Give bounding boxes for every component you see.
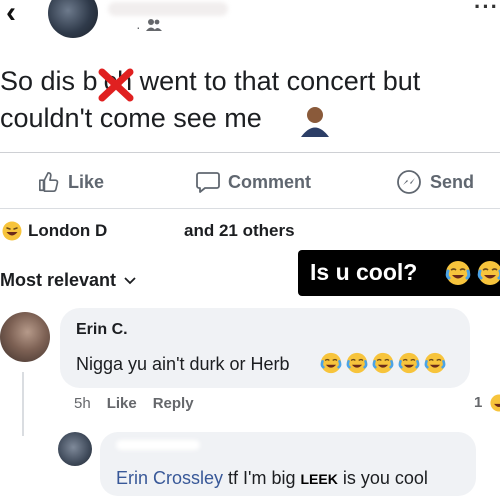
separator-dot: · (136, 19, 141, 35)
poster-avatar[interactable] (48, 0, 98, 38)
comment-button[interactable]: Comment (196, 168, 311, 196)
send-label: Send (430, 171, 475, 192)
chevron-down-icon (124, 276, 136, 284)
comment-meta: 5h Like Reply (74, 395, 194, 412)
commenter-avatar[interactable] (0, 312, 50, 362)
sort-label: Most relevant (0, 270, 117, 290)
crying-laughing-emoji-icon (445, 261, 471, 285)
caption-text: Is u cool? (310, 259, 418, 285)
post-text-line1-end: ch went to that concert but (103, 66, 421, 96)
thread-line (22, 372, 24, 436)
comment-icon (196, 172, 220, 193)
haha-reaction-icon[interactable] (2, 221, 22, 241)
divider (0, 208, 500, 209)
comment-text: Nigga yu ain't durk or Herb (76, 354, 290, 374)
sort-dropdown[interactable]: Most relevant (0, 270, 136, 291)
crying-laughing-emoji-icon (372, 352, 394, 374)
replier-avatar[interactable] (58, 432, 92, 466)
friends-icon (146, 19, 162, 31)
mention-link[interactable]: Erin Crossley (116, 468, 223, 488)
like-button[interactable]: Like (38, 168, 104, 196)
crying-laughing-emoji-icon (346, 352, 368, 374)
messenger-icon (397, 170, 421, 194)
reaction-count: 1 (474, 394, 483, 411)
post-text: So dis b ch went to that concert but coul… (0, 63, 498, 137)
thumbs-up-icon (39, 172, 59, 192)
reply-text-a: tf I'm big (223, 468, 301, 488)
blurred-poster-name (108, 2, 228, 16)
comment-author[interactable]: Erin C. (76, 321, 128, 339)
reaction-others[interactable]: and 21 others (184, 221, 295, 241)
reply-text: Erin Crossley tf I'm big LEEK is you coo… (116, 468, 428, 489)
crying-laughing-emoji-icon (320, 352, 342, 374)
post-text-line2: couldn't come see me (0, 103, 262, 133)
comment-like-button[interactable]: Like (107, 395, 137, 412)
haha-reaction-icon (490, 394, 500, 412)
blurred-replier-name (116, 440, 200, 450)
like-label: Like (68, 171, 105, 192)
back-chevron-icon[interactable]: ‹ (6, 0, 16, 30)
crying-laughing-emoji-icon (477, 261, 500, 285)
comment-time: 5h (74, 395, 91, 412)
post-text-line1-start: So dis b (0, 66, 98, 96)
crying-laughing-emoji-icon (424, 352, 446, 374)
comment-reply-button[interactable]: Reply (153, 395, 194, 412)
person-emoji-icon (301, 107, 329, 137)
leek-sticker: LEEK (300, 471, 338, 487)
divider (0, 152, 500, 153)
crying-laughing-emoji-icon (398, 352, 420, 374)
comment-bubble (60, 308, 470, 388)
reply-text-b: is you cool (337, 468, 428, 488)
send-button[interactable]: Send (396, 168, 474, 196)
more-horizontal-icon[interactable]: ··· (474, 0, 499, 20)
reaction-names[interactable]: London D (28, 221, 107, 241)
comment-label: Comment (228, 171, 312, 192)
censor-x-icon (98, 68, 134, 102)
